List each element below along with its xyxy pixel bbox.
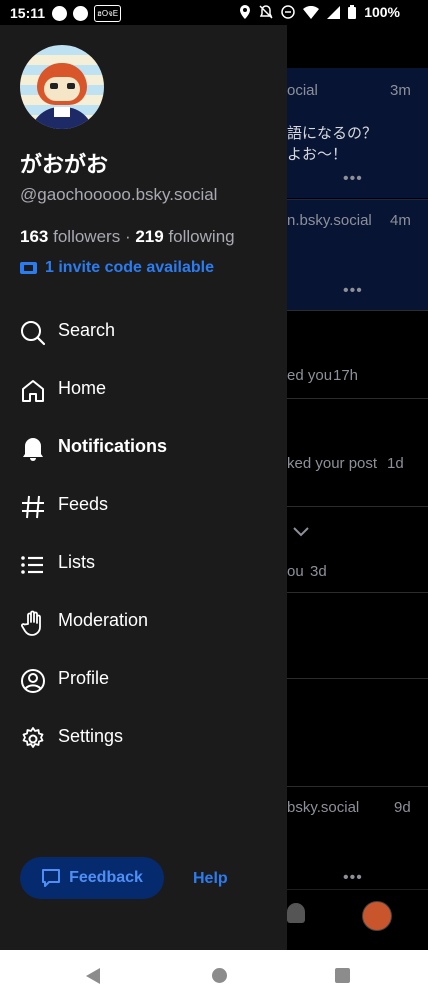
list-icon <box>21 556 43 574</box>
system-navigation-bar <box>0 950 428 1000</box>
display-name: がおがお <box>20 152 109 177</box>
feed-post[interactable]: bsky.social 9d ••• <box>287 786 428 890</box>
drawer-menu: Search Home Notifications Feeds Lists Mo… <box>0 303 287 767</box>
feed-item-handle: n.bsky.social <box>287 212 372 229</box>
menu-label: Search <box>58 320 116 340</box>
notification-text: ked your post <box>287 455 378 472</box>
hash-icon <box>22 495 44 519</box>
notification-row[interactable] <box>287 678 428 787</box>
home-button-icon[interactable] <box>212 968 227 983</box>
location-icon <box>240 5 251 19</box>
battery-icon <box>348 5 357 19</box>
feed-item-time: 3m <box>390 82 411 99</box>
background-feed: ocial 3m 語になるの？ よお～！ ••• n.bsky.social 4… <box>287 25 428 950</box>
feed-header <box>287 25 428 65</box>
more-icon[interactable]: ••• <box>343 869 363 887</box>
following-label[interactable]: following <box>168 227 234 246</box>
feed-item-text: よお～！ <box>287 146 348 163</box>
menu-label: Notifications <box>58 436 168 456</box>
circle-app-icon <box>73 6 88 21</box>
bell-icon[interactable] <box>287 903 305 923</box>
menu-item-profile[interactable]: Profile <box>0 651 287 709</box>
status-time: 15:11 <box>10 5 46 21</box>
notification-text: ou <box>287 563 304 580</box>
menu-label: Home <box>58 378 107 398</box>
menu-item-feeds[interactable]: Feeds <box>0 477 287 535</box>
battery-percent: 100% <box>364 4 400 20</box>
menu-item-settings[interactable]: Settings <box>0 709 287 767</box>
feedback-label: Feedback <box>69 869 143 886</box>
unread-notification[interactable]: ocial 3m 語になるの？ よお～！ ••• <box>287 68 428 198</box>
more-icon[interactable]: ••• <box>343 170 363 188</box>
menu-label: Lists <box>58 552 96 572</box>
navigation-drawer: がおがお @gaochooooo.bsky.social 163 followe… <box>0 25 287 950</box>
menu-item-search[interactable]: Search <box>0 303 287 361</box>
home-icon <box>22 380 44 402</box>
followers-count[interactable]: 163 <box>20 227 48 246</box>
chevron-down-icon[interactable] <box>293 527 309 537</box>
recents-icon[interactable] <box>335 968 350 983</box>
status-bar: 15:11 ฮOจE 100% <box>0 0 428 25</box>
more-icon[interactable]: ••• <box>343 282 363 300</box>
stats-separator: · <box>124 227 131 246</box>
status-system-icons: 100% <box>239 4 400 20</box>
status-notification-icons: ฮOจE <box>52 5 122 22</box>
menu-item-notifications[interactable]: Notifications <box>0 419 287 477</box>
ticket-icon <box>20 262 37 274</box>
notification-time: 1d <box>387 455 404 472</box>
profile-avatar[interactable] <box>20 45 104 129</box>
line-app-icon <box>52 6 67 21</box>
menu-label: Feeds <box>58 494 109 514</box>
feed-item-time: 4m <box>390 212 411 229</box>
menu-item-home[interactable]: Home <box>0 361 287 419</box>
notification-time: 3d <box>310 563 327 580</box>
notification-row[interactable]: ou 3d <box>287 506 428 593</box>
help-link[interactable]: Help <box>193 870 228 888</box>
invite-code-label: 1 invite code available <box>45 259 214 276</box>
feed-item-text: 語になるの？ <box>287 125 378 142</box>
notification-row[interactable] <box>287 592 428 679</box>
feed-item-handle: ocial <box>287 82 318 99</box>
bell-off-icon <box>259 5 273 19</box>
notification-row[interactable]: ked your post 1d <box>287 398 428 507</box>
notification-time: 17h <box>333 367 359 384</box>
avatar[interactable] <box>362 901 392 931</box>
invite-code-link[interactable]: 1 invite code available <box>20 259 214 277</box>
user-circle-icon <box>21 669 45 693</box>
unread-notification[interactable]: n.bsky.social 4m ••• <box>287 199 428 310</box>
menu-label: Moderation <box>58 610 149 630</box>
app-tag: ฮOจE <box>94 5 122 22</box>
menu-item-lists[interactable]: Lists <box>0 535 287 593</box>
search-icon <box>21 321 46 346</box>
back-icon[interactable] <box>86 968 100 984</box>
wifi-icon <box>303 5 320 19</box>
feed-item-time: 9d <box>394 799 411 816</box>
bottom-tab-bar <box>287 889 428 950</box>
notification-text: ed you <box>287 367 333 384</box>
bell-icon <box>23 438 43 461</box>
notification-row[interactable]: ed you 17h <box>287 310 428 399</box>
gear-icon <box>22 727 44 748</box>
following-count[interactable]: 219 <box>135 227 163 246</box>
menu-label: Profile <box>58 668 110 688</box>
menu-item-moderation[interactable]: Moderation <box>0 593 287 651</box>
followers-label[interactable]: followers <box>53 227 120 246</box>
user-handle: @gaochooooo.bsky.social <box>20 185 218 204</box>
signal-icon <box>327 5 341 19</box>
menu-label: Settings <box>58 726 124 746</box>
hand-icon <box>21 610 41 636</box>
chat-icon <box>42 869 61 887</box>
follow-stats: 163 followers · 219 following <box>20 227 235 247</box>
feed-item-handle: bsky.social <box>287 799 360 816</box>
feedback-button[interactable]: Feedback <box>20 857 164 899</box>
dnd-icon <box>281 5 295 19</box>
